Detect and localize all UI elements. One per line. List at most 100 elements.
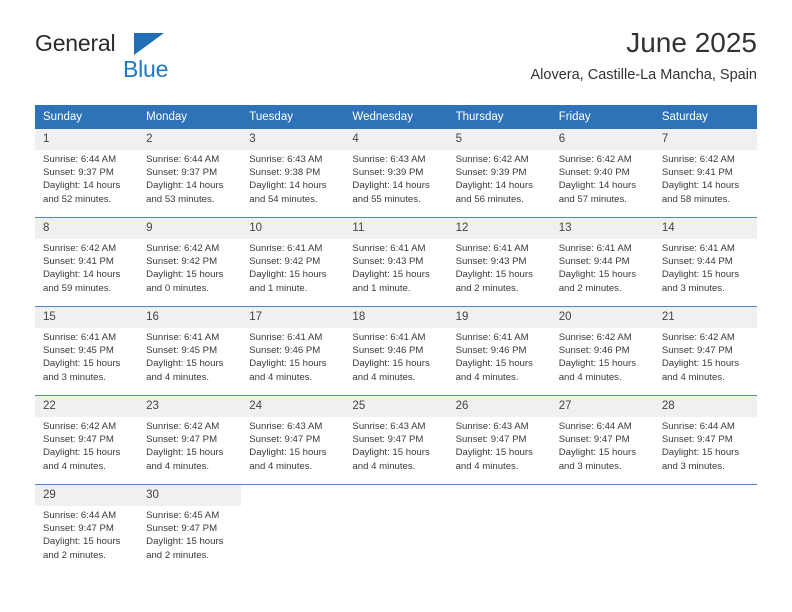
general-blue-logo[interactable]: General Blue <box>35 30 215 90</box>
calendar-day[interactable]: 4 Sunrise: 6:43 AM Sunset: 9:39 PM Daylight… <box>344 129 448 217</box>
daylight-text-line1: Daylight: 15 hours <box>455 358 533 370</box>
sunset-text: Sunset: 9:47 PM <box>661 434 733 446</box>
sunset-text: Sunset: 9:41 PM <box>661 167 733 179</box>
sunrise-text: Sunrise: 6:43 AM <box>352 154 426 165</box>
calendar-day-cell: 9 Sunrise: 6:42 AM Sunset: 9:42 PM Daylight… <box>138 217 242 307</box>
day-number: 27 <box>550 396 654 417</box>
day-details: Sunrise: 6:41 AM Sunset: 9:45 PM Daylight:… <box>138 328 241 384</box>
sunrise-text: Sunrise: 6:44 AM <box>558 421 632 432</box>
sunset-text: Sunset: 9:40 PM <box>558 167 630 179</box>
calendar-day-cell: 8 Sunrise: 6:42 AM Sunset: 9:41 PM Daylight… <box>35 217 139 307</box>
calendar-day[interactable]: 30 Sunrise: 6:45 AM Sunset: 9:47 PM Dayligh… <box>138 485 242 573</box>
calendar-day[interactable]: 21 Sunrise: 6:42 AM Sunset: 9:47 PM Dayligh… <box>653 307 757 395</box>
daylight-text-line2: and 4 minutes. <box>249 371 313 383</box>
day-details: Sunrise: 6:42 AM Sunset: 9:47 PM Daylight:… <box>138 417 241 473</box>
calendar-day[interactable]: 23 Sunrise: 6:42 AM Sunset: 9:47 PM Dayligh… <box>138 396 242 484</box>
calendar-day-cell <box>447 484 551 573</box>
daylight-text-line2: and 4 minutes. <box>558 371 622 383</box>
calendar-day[interactable]: 20 Sunrise: 6:42 AM Sunset: 9:46 PM Dayligh… <box>550 307 654 395</box>
daylight-text-line2: and 56 minutes. <box>455 193 524 205</box>
day-details: Sunrise: 6:43 AM Sunset: 9:47 PM Daylight:… <box>344 417 447 473</box>
day-details <box>344 506 447 509</box>
calendar-day-cell: 28 Sunrise: 6:44 AM Sunset: 9:47 PM Dayligh… <box>653 395 757 485</box>
calendar-day[interactable]: 19 Sunrise: 6:41 AM Sunset: 9:46 PM Dayligh… <box>447 307 551 395</box>
calendar-day[interactable]: 10 Sunrise: 6:41 AM Sunset: 9:42 PM Dayligh… <box>241 218 345 306</box>
weekday-header-friday: Friday <box>550 105 654 129</box>
daylight-text-line2: and 4 minutes. <box>146 371 210 383</box>
sunset-text: Sunset: 9:37 PM <box>43 167 114 179</box>
calendar-day[interactable]: 22 Sunrise: 6:42 AM Sunset: 9:47 PM Dayligh… <box>35 396 139 484</box>
calendar-day[interactable]: 11 Sunrise: 6:41 AM Sunset: 9:43 PM Dayligh… <box>344 218 448 306</box>
calendar-day[interactable]: 2 Sunrise: 6:44 AM Sunset: 9:37 PM Daylight… <box>138 129 242 217</box>
calendar-day-cell: 10 Sunrise: 6:41 AM Sunset: 9:42 PM Dayligh… <box>241 217 345 307</box>
day-details: Sunrise: 6:44 AM Sunset: 9:47 PM Daylight:… <box>551 417 654 473</box>
calendar-day[interactable]: 9 Sunrise: 6:42 AM Sunset: 9:42 PM Daylight… <box>138 218 242 306</box>
calendar-day[interactable]: 25 Sunrise: 6:43 AM Sunset: 9:47 PM Dayligh… <box>344 396 448 484</box>
day-details: Sunrise: 6:42 AM Sunset: 9:39 PM Daylight:… <box>448 150 551 206</box>
sunset-text: Sunset: 9:39 PM <box>455 167 527 179</box>
day-details: Sunrise: 6:44 AM Sunset: 9:47 PM Daylight:… <box>654 417 757 473</box>
sunset-text: Sunset: 9:43 PM <box>455 256 527 268</box>
daylight-text-line1: Daylight: 15 hours <box>43 447 121 459</box>
day-number <box>344 485 448 506</box>
sunrise-text: Sunrise: 6:42 AM <box>558 154 632 165</box>
day-details: Sunrise: 6:42 AM Sunset: 9:47 PM Daylight:… <box>35 417 138 473</box>
day-details: Sunrise: 6:42 AM Sunset: 9:41 PM Daylight:… <box>654 150 757 206</box>
calendar-day-cell: 24 Sunrise: 6:43 AM Sunset: 9:47 PM Dayligh… <box>241 395 345 485</box>
calendar-day[interactable]: 12 Sunrise: 6:41 AM Sunset: 9:43 PM Dayligh… <box>447 218 551 306</box>
calendar-day-cell: 29 Sunrise: 6:44 AM Sunset: 9:47 PM Dayligh… <box>35 484 139 573</box>
calendar-day[interactable]: 5 Sunrise: 6:42 AM Sunset: 9:39 PM Daylight… <box>447 129 551 217</box>
calendar-day[interactable]: 26 Sunrise: 6:43 AM Sunset: 9:47 PM Dayligh… <box>447 396 551 484</box>
weekday-header-saturday: Saturday <box>653 105 757 129</box>
day-details: Sunrise: 6:41 AM Sunset: 9:46 PM Daylight:… <box>344 328 447 384</box>
logo-text-blue: Blue <box>123 56 169 82</box>
daylight-text-line1: Daylight: 15 hours <box>146 536 224 548</box>
calendar-day[interactable]: 8 Sunrise: 6:42 AM Sunset: 9:41 PM Daylight… <box>35 218 139 306</box>
calendar-day[interactable]: 18 Sunrise: 6:41 AM Sunset: 9:46 PM Dayligh… <box>344 307 448 395</box>
sunrise-text: Sunrise: 6:41 AM <box>352 243 426 254</box>
daylight-text-line2: and 55 minutes. <box>352 193 421 205</box>
calendar-day[interactable]: 13 Sunrise: 6:41 AM Sunset: 9:44 PM Dayligh… <box>550 218 654 306</box>
daylight-text-line2: and 4 minutes. <box>661 371 725 383</box>
calendar-day[interactable]: 3 Sunrise: 6:43 AM Sunset: 9:38 PM Daylight… <box>241 129 345 217</box>
calendar-day[interactable]: 17 Sunrise: 6:41 AM Sunset: 9:46 PM Dayligh… <box>241 307 345 395</box>
sunset-text: Sunset: 9:44 PM <box>661 256 733 268</box>
day-details: Sunrise: 6:41 AM Sunset: 9:43 PM Daylight:… <box>448 239 551 295</box>
calendar-day[interactable]: 15 Sunrise: 6:41 AM Sunset: 9:45 PM Dayligh… <box>35 307 139 395</box>
calendar-day-cell: 1 Sunrise: 6:44 AM Sunset: 9:37 PM Daylight… <box>35 129 139 218</box>
daylight-text-line1: Daylight: 14 hours <box>43 180 121 192</box>
day-number: 4 <box>344 129 448 150</box>
sunrise-text: Sunrise: 6:42 AM <box>455 154 529 165</box>
day-number: 2 <box>138 129 242 150</box>
triangle-icon <box>134 33 164 55</box>
calendar-day-cell: 26 Sunrise: 6:43 AM Sunset: 9:47 PM Dayligh… <box>447 395 551 485</box>
sunrise-text: Sunrise: 6:41 AM <box>249 332 323 343</box>
calendar-day[interactable]: 24 Sunrise: 6:43 AM Sunset: 9:47 PM Dayligh… <box>241 396 345 484</box>
calendar-day[interactable]: 16 Sunrise: 6:41 AM Sunset: 9:45 PM Dayligh… <box>138 307 242 395</box>
calendar-day-cell: 3 Sunrise: 6:43 AM Sunset: 9:38 PM Daylight… <box>241 129 345 218</box>
sunset-text: Sunset: 9:44 PM <box>558 256 630 268</box>
calendar-day[interactable]: 6 Sunrise: 6:42 AM Sunset: 9:40 PM Daylight… <box>550 129 654 217</box>
day-number: 15 <box>35 307 139 328</box>
calendar-day[interactable]: 1 Sunrise: 6:44 AM Sunset: 9:37 PM Daylight… <box>35 129 139 217</box>
page-title: June 2025 <box>626 27 757 58</box>
calendar-day-cell: 11 Sunrise: 6:41 AM Sunset: 9:43 PM Dayligh… <box>344 217 448 307</box>
calendar-header-row: Sunday Monday Tuesday Wednesday Thursday… <box>35 105 757 129</box>
logo-text-general: General <box>35 30 116 56</box>
calendar-day[interactable]: 27 Sunrise: 6:44 AM Sunset: 9:47 PM Dayligh… <box>550 396 654 484</box>
calendar-day[interactable]: 14 Sunrise: 6:41 AM Sunset: 9:44 PM Dayligh… <box>653 218 757 306</box>
calendar-empty-cell <box>344 485 448 573</box>
calendar-day[interactable]: 7 Sunrise: 6:42 AM Sunset: 9:41 PM Daylight… <box>653 129 757 217</box>
calendar-day[interactable]: 29 Sunrise: 6:44 AM Sunset: 9:47 PM Dayligh… <box>35 485 139 573</box>
day-number: 13 <box>550 218 654 239</box>
calendar-day-cell: 14 Sunrise: 6:41 AM Sunset: 9:44 PM Dayligh… <box>653 217 757 307</box>
calendar-day-cell: 17 Sunrise: 6:41 AM Sunset: 9:46 PM Dayligh… <box>241 306 345 396</box>
sunset-text: Sunset: 9:46 PM <box>249 345 321 357</box>
daylight-text-line1: Daylight: 15 hours <box>352 358 430 370</box>
day-number: 8 <box>35 218 139 239</box>
calendar-day-cell: 5 Sunrise: 6:42 AM Sunset: 9:39 PM Daylight… <box>447 129 551 218</box>
day-details: Sunrise: 6:42 AM Sunset: 9:40 PM Daylight:… <box>551 150 654 206</box>
calendar-day[interactable]: 28 Sunrise: 6:44 AM Sunset: 9:47 PM Dayligh… <box>653 396 757 484</box>
calendar-page: General Blue June 2025 Alovera, Castille… <box>0 0 792 612</box>
sunrise-text: Sunrise: 6:44 AM <box>146 154 220 165</box>
